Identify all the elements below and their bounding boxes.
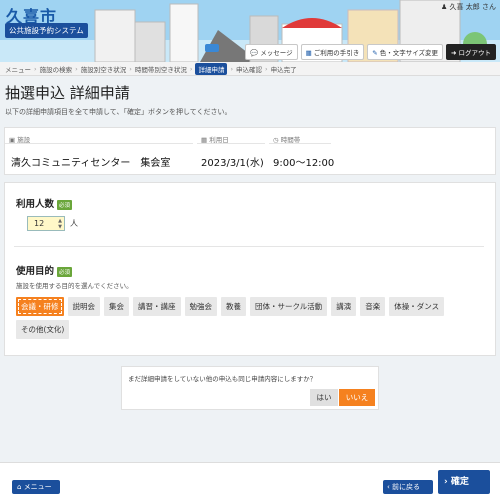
breadcrumb-item-facility-availability[interactable]: 施設別空き状況 [81, 64, 127, 74]
user-name: 久喜 太郎 さん [449, 3, 496, 11]
purpose-option[interactable]: 講演 [331, 297, 357, 316]
purpose-option[interactable]: 講習・講座 [133, 297, 181, 316]
home-icon: ⌂ [17, 483, 22, 491]
confirm-button[interactable]: › 確定 [438, 470, 490, 494]
page-description: 以下の詳細申請項目を全て申請して、「確定」ボタンを押してください。 [5, 108, 232, 116]
header-banner: 久喜市 公共施設予約システム ♟ 久喜 太郎 さん 💬 メッセージ ▦ ご利用の手引… [0, 0, 500, 62]
purpose-title: 使用目的 必須 [16, 266, 73, 277]
people-unit: 人 [70, 219, 78, 228]
purpose-options: 会議・研修 説明会 集会 講習・講座 勉強会 教養 団体・サークル活動 講演 音… [16, 297, 446, 339]
breadcrumb-item-confirm: 申込確認 [236, 65, 263, 74]
spinner-icon[interactable]: ▲ ▼ [58, 218, 62, 230]
reservation-info-panel: ▣ 施設 清久コミュニティセンター 集会室 ▦ 利用日 2023/3/1(水) … [4, 127, 496, 175]
breadcrumb-item-complete: 申込完了 [270, 65, 297, 74]
purpose-option[interactable]: その他(文化) [16, 320, 70, 339]
message-button[interactable]: 💬 メッセージ [245, 44, 298, 60]
menu-button[interactable]: ⌂ メニュー [12, 480, 60, 494]
required-badge: 必須 [57, 266, 73, 277]
purpose-option[interactable]: 説明会 [67, 297, 100, 316]
logout-icon: ➜ [451, 49, 457, 57]
purpose-description: 施設を使用する目的を選んでください。 [16, 282, 133, 290]
purpose-option[interactable]: 勉強会 [184, 297, 217, 316]
breadcrumb-item-time-availability[interactable]: 時間帯別空き状況 [135, 64, 187, 74]
chevron-left-icon: ‹ [387, 483, 390, 491]
guide-button[interactable]: ▦ ご利用の手引き [300, 44, 365, 60]
system-name: 公共施設予約システム [5, 23, 88, 38]
required-badge: 必須 [57, 199, 73, 210]
purpose-option-selected[interactable]: 会議・研修 [16, 297, 64, 316]
time-value: 9:00～12:00 [273, 158, 335, 169]
purpose-option[interactable]: 教養 [221, 297, 246, 316]
user-icon: ♟ [441, 3, 448, 11]
purpose-option[interactable]: 体操・ダンス [389, 297, 445, 316]
date-column: ▦ 利用日 2023/3/1(水) [197, 128, 269, 176]
dialog-question: まだ詳細申請をしていない他の申込も同じ申請内容にしますか？ [128, 375, 317, 383]
facility-column: ▣ 施設 清久コミュニティセンター 集会室 [5, 128, 197, 176]
purpose-option[interactable]: 団体・サークル活動 [250, 297, 328, 316]
color-size-button[interactable]: ✎ 色・文字サイズ変更 [367, 44, 444, 60]
page-title: 抽選申込 詳細申請 [5, 84, 130, 102]
breadcrumb-item-search[interactable]: 施設の検索 [40, 64, 73, 74]
brush-icon: ✎ [372, 49, 378, 57]
back-button[interactable]: ‹ 前に戻る [383, 480, 433, 494]
apply-to-others-dialog: まだ詳細申請をしていない他の申込も同じ申請内容にしますか？ はい いいえ [121, 366, 379, 410]
no-button[interactable]: いいえ [339, 389, 375, 406]
date-value: 2023/3/1(水) [201, 158, 264, 169]
book-icon: ▦ [305, 49, 312, 57]
purpose-option[interactable]: 集会 [104, 297, 129, 316]
breadcrumb: メニュー › 施設の検索 › 施設別空き状況 › 時間帯別空き状況 › 詳細申請 › 申込… [0, 62, 500, 76]
purpose-option[interactable]: 音楽 [360, 297, 386, 316]
user-info: ♟ 久喜 太郎 さん [441, 2, 496, 12]
people-count-title: 利用人数 必須 [16, 199, 73, 210]
logout-button[interactable]: ➜ ログアウト [446, 44, 496, 60]
breadcrumb-item-menu[interactable]: メニュー [5, 64, 31, 74]
time-column: ◷ 時間帯 9:00～12:00 [269, 128, 497, 176]
footer-bar: ⌂ メニュー ‹ 前に戻る › 確定 [0, 462, 500, 500]
people-count-input[interactable]: 12 ▲ ▼ [27, 216, 65, 231]
chat-icon: 💬 [250, 49, 259, 57]
breadcrumb-item-current: 詳細申請 [195, 62, 228, 75]
header-buttons: 💬 メッセージ ▦ ご利用の手引き ✎ 色・文字サイズ変更 ➜ ログアウト [245, 44, 496, 60]
facility-value: 清久コミュニティセンター 集会室 [11, 158, 171, 169]
yes-button[interactable]: はい [310, 389, 338, 406]
chevron-right-icon: › [444, 477, 448, 487]
